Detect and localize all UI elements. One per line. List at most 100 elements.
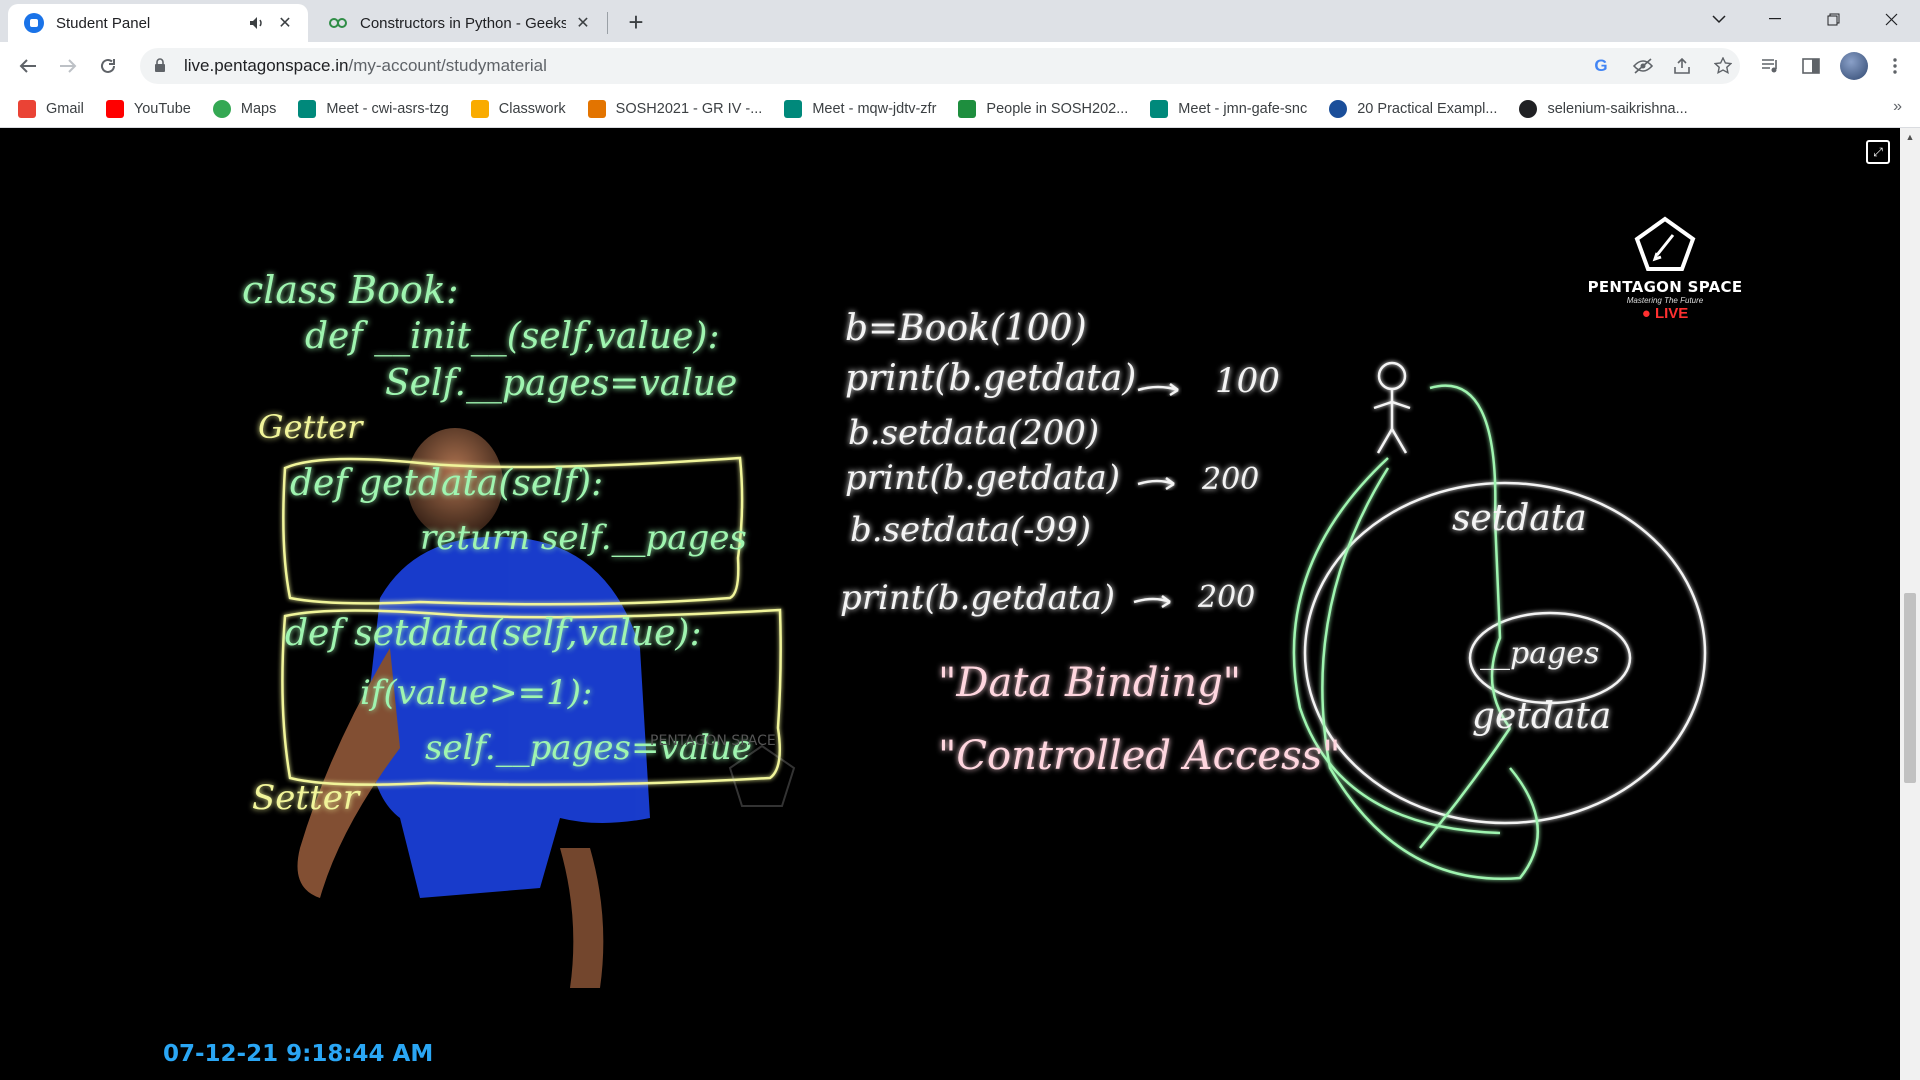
logo-name: PENTAGON SPACE <box>1587 278 1743 296</box>
video-player[interactable]: class Book: def __init__(self,value): Se… <box>0 128 1900 1080</box>
youtube-icon <box>105 99 124 118</box>
bookmark-label: Classwork <box>498 100 566 117</box>
getter-label: Getter <box>258 408 363 446</box>
bookmark-item[interactable]: selenium-saikrishna... <box>1519 99 1688 118</box>
tab-separator <box>607 12 608 34</box>
code-line-setdata-neg: b.setdata(-99) <box>850 510 1092 550</box>
bookmark-label: SOSH2021 - GR IV -... <box>615 100 763 117</box>
reload-button[interactable] <box>92 50 124 82</box>
maps-icon <box>212 99 231 118</box>
bookmark-item[interactable]: People in SOSH202... <box>958 99 1129 118</box>
sosh-icon <box>587 99 606 118</box>
close-tab-icon[interactable]: ✕ <box>274 12 296 34</box>
code-line-3: Self.__pages=value <box>385 363 738 404</box>
code-line-print-1: print(b.getdata) <box>845 358 1137 399</box>
restore-button[interactable] <box>1810 0 1856 38</box>
video-timestamp: 07-12-21 9:18:44 AM <box>163 1041 434 1067</box>
close-tab-icon[interactable]: ✕ <box>572 12 594 34</box>
quote-data-binding: "Data Binding" <box>938 660 1242 706</box>
media-control-icon[interactable] <box>1758 53 1784 79</box>
bookmark-label: People in SOSH202... <box>986 100 1129 117</box>
bookmark-item[interactable]: SOSH2021 - GR IV -... <box>587 99 763 118</box>
bookmark-item[interactable]: Maps <box>212 99 277 118</box>
menu-kebab-icon[interactable] <box>1882 53 1908 79</box>
minimize-button[interactable] <box>1752 0 1798 38</box>
close-window-button[interactable] <box>1868 0 1914 38</box>
gmail-icon <box>18 99 36 118</box>
geeksforgeeks-favicon-icon <box>328 13 348 33</box>
bookmark-label: selenium-saikrishna... <box>1547 100 1688 117</box>
tab-student-panel[interactable]: Student Panel ✕ <box>8 4 308 42</box>
output-2: 200 <box>1202 462 1260 497</box>
tab-strip: Student Panel ✕ Constructors in Python -… <box>0 0 1920 42</box>
code-line-1: class Book: <box>242 268 459 312</box>
setter-label: Setter <box>252 778 360 818</box>
output-3: 200 <box>1198 580 1256 615</box>
bookmark-item[interactable]: Meet - jmn-gafe-snc <box>1150 99 1308 118</box>
bookmark-label: Meet - jmn-gafe-snc <box>1178 100 1308 117</box>
code-line-setdata: def setdata(self,value): <box>285 613 702 654</box>
tab-constructors-python[interactable]: Constructors in Python - GeeksforGeeks ✕ <box>312 4 606 42</box>
google-translate-icon[interactable]: G <box>1590 55 1612 77</box>
code-line-print-3: print(b.getdata) <box>840 578 1116 618</box>
eye-off-icon[interactable] <box>1632 55 1654 77</box>
stick-figure <box>1373 361 1411 454</box>
new-tab-button[interactable]: + <box>622 7 650 37</box>
pentagon-logo-icon <box>1634 216 1696 271</box>
back-button[interactable] <box>12 50 44 82</box>
bookmark-item[interactable]: Classwork <box>470 99 566 118</box>
url-path: /my-account/studymaterial <box>348 56 547 75</box>
live-text: LIVE <box>1654 305 1689 322</box>
meet-icon <box>784 99 803 118</box>
bookmark-label: Meet - cwi-asrs-tzg <box>326 100 449 117</box>
bookmark-item[interactable]: Gmail <box>18 99 84 118</box>
code-line-getdata: def getdata(self): <box>290 463 604 504</box>
meet-icon <box>298 99 317 118</box>
code-line-2: def __init__(self,value): <box>305 316 720 357</box>
bookmark-label: Meet - mqw-jdtv-zfr <box>812 100 937 117</box>
code-line-return: return self.__pages <box>420 518 747 558</box>
watermark-text: PENTAGON SPACE <box>650 733 776 749</box>
shield-icon <box>1329 99 1348 118</box>
fullscreen-icon[interactable]: ⤢ <box>1866 140 1890 164</box>
bookmark-item[interactable]: 20 Practical Exampl... <box>1329 99 1498 118</box>
speaker-icon[interactable] <box>246 12 268 34</box>
forward-button[interactable] <box>52 50 84 82</box>
diagram-setdata-label: setdata <box>1452 498 1587 539</box>
address-bar[interactable]: live.pentagonspace.in/my-account/studyma… <box>140 48 1740 84</box>
bookmark-label: Maps <box>240 100 277 117</box>
scroll-thumb[interactable] <box>1904 593 1916 783</box>
diagram-pages-label: __pages <box>1480 636 1600 671</box>
student-panel-favicon-icon <box>24 13 44 33</box>
code-line-if: if(value>=1): <box>360 673 593 713</box>
output-1: 100 <box>1215 361 1280 401</box>
browser-toolbar: live.pentagonspace.in/my-account/studyma… <box>0 42 1920 90</box>
diagram-getdata-label: getdata <box>1472 696 1612 737</box>
code-line-instantiate: b=Book(100) <box>845 308 1087 349</box>
classroom-icon <box>958 99 977 118</box>
profile-avatar[interactable] <box>1840 52 1868 80</box>
url-host: live.pentagonspace.in <box>184 56 349 75</box>
tab-search-icon[interactable] <box>1696 0 1742 38</box>
tab-title: Constructors in Python - GeeksforGeeks <box>360 14 566 32</box>
scroll-up-icon[interactable]: ▲ <box>1900 128 1920 146</box>
quote-controlled-access: "Controlled Access" <box>938 733 1341 779</box>
lock-icon[interactable] <box>154 58 168 74</box>
logo-tagline: Mastering The Future <box>1626 296 1704 305</box>
bookmark-label: Gmail <box>46 100 84 117</box>
page-scrollbar[interactable]: ▲ <box>1900 128 1920 1080</box>
bookmark-label: 20 Practical Exampl... <box>1357 100 1498 117</box>
tab-title: Student Panel <box>56 14 151 32</box>
bookmark-item[interactable]: YouTube <box>105 99 191 118</box>
more-bookmarks-icon[interactable]: » <box>1893 98 1902 116</box>
side-panel-icon[interactable] <box>1798 53 1824 79</box>
bookmark-item[interactable]: Meet - cwi-asrs-tzg <box>298 99 449 118</box>
classwork-icon <box>470 99 489 118</box>
share-icon[interactable] <box>1672 55 1694 77</box>
bookmark-label: YouTube <box>133 100 191 117</box>
pentagon-space-logo: PENTAGON SPACE Mastering The Future ● LI… <box>1585 215 1745 322</box>
bookmark-star-icon[interactable] <box>1712 55 1734 77</box>
bookmark-item[interactable]: Meet - mqw-jdtv-zfr <box>784 99 937 118</box>
url-text[interactable]: live.pentagonspace.in/my-account/studyma… <box>184 56 547 76</box>
code-line-setdata-200: b.setdata(200) <box>848 413 1100 453</box>
